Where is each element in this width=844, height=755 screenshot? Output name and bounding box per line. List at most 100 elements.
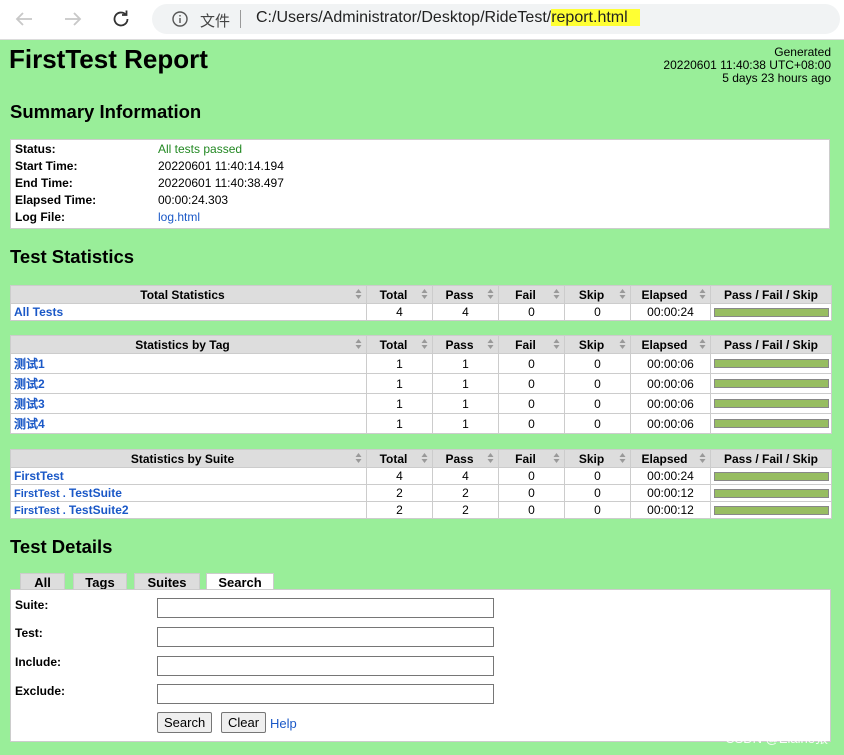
column-header-label: Total [379,451,408,466]
stat-pass-cell: 1 [432,393,499,414]
stat-elapsed-cell: 00:00:12 [630,484,711,502]
pass-bar [714,505,829,515]
address-bar[interactable]: 文件 C:/Users/Administrator/Desktop/RideTe… [152,4,840,34]
column-header-label: Elapsed [641,287,688,302]
sort-arrows-icon [553,339,560,349]
sort-arrows-icon [699,289,706,299]
watermark: CSDN @Elaine猿 [725,731,828,746]
stat-fail-cell: 0 [498,303,565,321]
stat-fail-cell: 0 [498,467,565,485]
test-input[interactable] [157,627,494,647]
column-header-elapsed[interactable]: Elapsed [630,335,711,354]
stat-elapsed-cell: 00:00:06 [630,413,711,434]
column-header-label: Skip [578,451,605,466]
help-link[interactable]: Help [270,716,297,731]
stat-graph-cell [710,393,832,414]
stat-name-cell: All Tests [10,303,367,321]
stat-name-link[interactable]: 测试4 [14,417,45,431]
tab-search[interactable]: Search [206,573,274,590]
column-header-pass[interactable]: Pass [432,335,499,354]
stat-elapsed-cell: 00:00:06 [630,393,711,414]
url-scheme-label: 文件 [200,12,231,30]
log-file-link[interactable]: log.html [158,210,200,224]
table-row: All Tests 4 4 0 0 00:00:24 [10,303,832,321]
stat-name-link[interactable]: 测试3 [14,397,45,411]
stat-name-link[interactable]: FirstTest [14,469,64,483]
stat-fail-cell: 0 [498,484,565,502]
summary-table: Status: All tests passed Start Time: 202… [10,139,830,229]
exclude-input[interactable] [157,684,494,704]
stat-graph-cell [710,303,832,321]
column-header-pass[interactable]: Pass [432,285,499,304]
column-header-graph: Pass / Fail / Skip [710,335,832,354]
column-header-skip[interactable]: Skip [564,335,631,354]
column-header-pass[interactable]: Pass [432,449,499,468]
stat-total-cell: 2 [366,484,433,502]
stat-name: TestSuite [68,486,122,500]
stat-name-link[interactable]: FirstTest . TestSuite2 [14,503,129,517]
column-header-elapsed[interactable]: Elapsed [630,285,711,304]
generated-ago: 5 days 23 hours ago [722,71,831,85]
column-header-name[interactable]: Total Statistics [10,285,367,304]
sort-arrows-icon [619,339,626,349]
include-input[interactable] [157,656,494,676]
reload-icon[interactable] [109,8,133,30]
column-header-name[interactable]: Statistics by Suite [10,449,367,468]
column-header-fail[interactable]: Fail [498,449,565,468]
column-header-label: Pass / Fail / Skip [723,337,819,352]
stat-pass-cell: 2 [432,501,499,519]
stat-total-cell: 4 [366,467,433,485]
column-header-skip[interactable]: Skip [564,449,631,468]
exclude-field-label: Exclude: [15,684,66,698]
stat-skip-cell: 0 [564,353,631,374]
stat-name: 测试1 [14,357,45,371]
pass-bar [714,307,829,317]
end-time-value: 20220601 11:40:38.497 [158,176,284,190]
column-header-skip[interactable]: Skip [564,285,631,304]
column-header-fail[interactable]: Fail [498,285,565,304]
column-header-elapsed[interactable]: Elapsed [630,449,711,468]
column-header-total[interactable]: Total [366,449,433,468]
tag-statistics-table: Statistics by Tag Total Pass Fail Skip E… [10,335,832,434]
stat-name-link[interactable]: 测试1 [14,357,45,371]
url-divider [240,10,241,28]
stat-pass-cell: 2 [432,484,499,502]
summary-label: Start Time: [15,159,78,173]
forward-arrow-icon[interactable] [61,8,85,30]
clear-button[interactable]: Clear [221,712,267,733]
stat-pass-cell: 4 [432,303,499,321]
back-arrow-icon[interactable] [12,8,36,30]
url-text[interactable]: C:/Users/Administrator/Desktop/RideTest/… [256,9,640,27]
table-header-row: Statistics by Suite Total Pass Fail Skip… [10,449,832,468]
sort-arrows-icon [699,453,706,463]
tab-tags[interactable]: Tags [73,573,127,590]
column-header-name[interactable]: Statistics by Tag [10,335,367,354]
stat-pass-cell: 1 [432,413,499,434]
tab-suites[interactable]: Suites [134,573,200,590]
column-header-label: Pass [445,451,474,466]
stat-total-cell: 4 [366,303,433,321]
stat-total-cell: 1 [366,353,433,374]
column-header-label: Fail [515,337,536,352]
suite-input[interactable] [157,598,494,618]
column-header-total[interactable]: Total [366,335,433,354]
summary-label: Elapsed Time: [15,193,97,207]
stat-elapsed-cell: 00:00:06 [630,353,711,374]
column-header-fail[interactable]: Fail [498,335,565,354]
column-header-label: Statistics by Suite [130,451,235,466]
column-header-total[interactable]: Total [366,285,433,304]
stat-elapsed-cell: 00:00:06 [630,373,711,394]
tab-all[interactable]: All [20,573,65,590]
info-icon[interactable] [172,11,188,27]
browser-toolbar: 文件 C:/Users/Administrator/Desktop/RideTe… [0,0,844,40]
stat-name-cell: FirstTest [10,467,367,485]
sort-arrows-icon [619,453,626,463]
stat-name-link[interactable]: All Tests [14,305,63,319]
stat-fail-cell: 0 [498,413,565,434]
stat-name: 测试3 [14,397,45,411]
stat-name-link[interactable]: FirstTest . TestSuite [14,486,122,500]
stat-total-cell: 1 [366,373,433,394]
stat-name-link[interactable]: 测试2 [14,377,45,391]
search-button[interactable]: Search [157,712,213,733]
url-path: C:/Users/Administrator/Desktop/RideTest/ [256,9,552,26]
